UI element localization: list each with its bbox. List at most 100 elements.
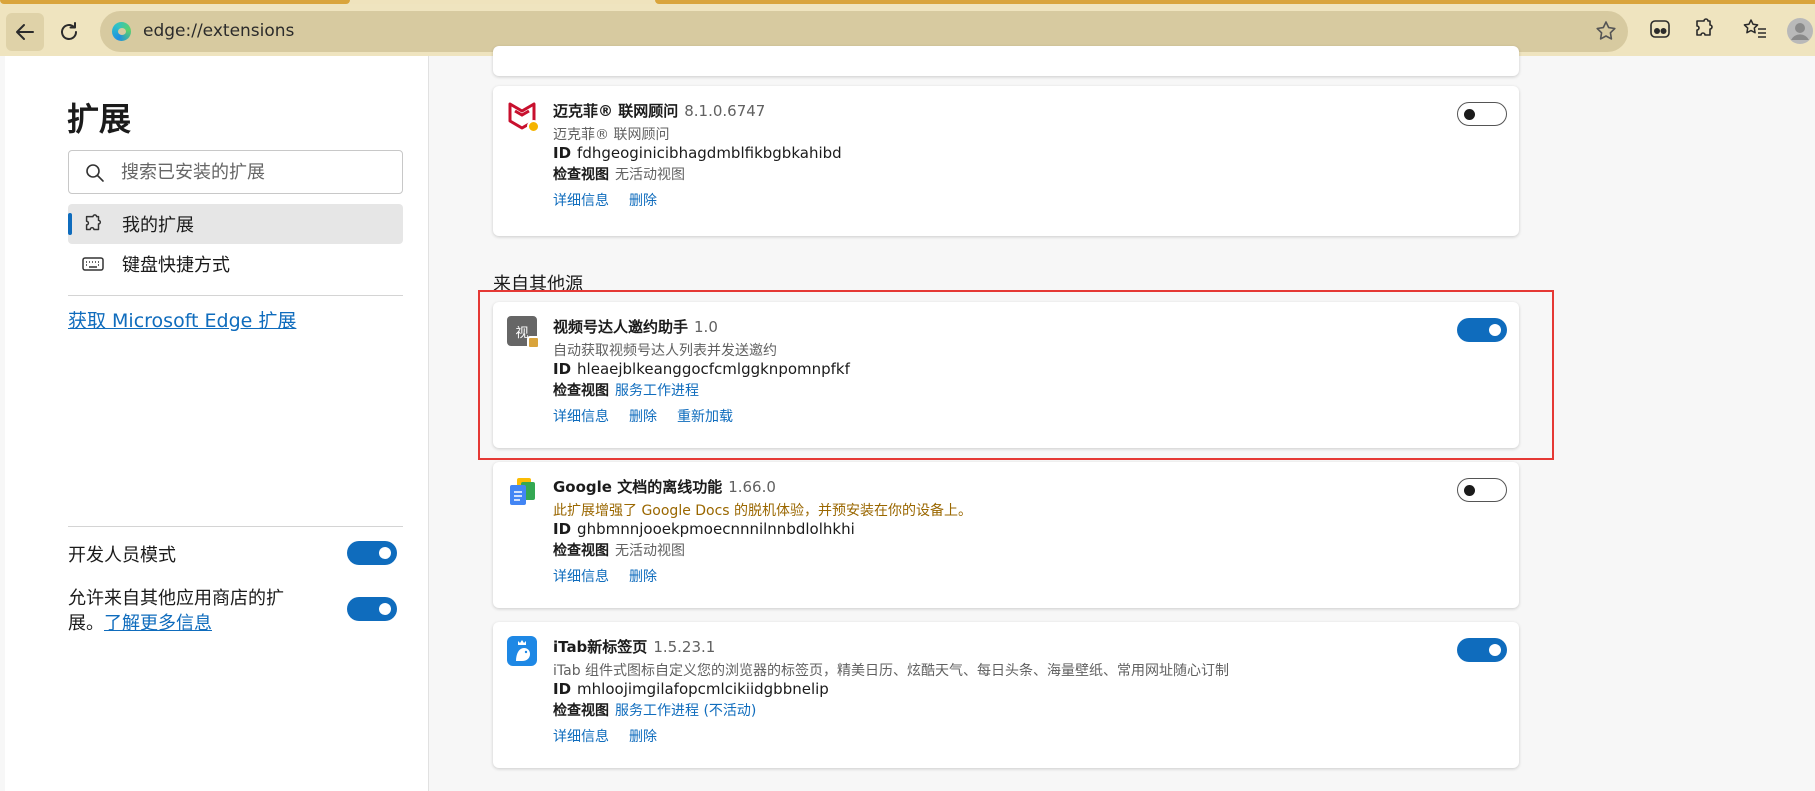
sidebar: 扩展 我的扩展 键盘快捷方式 获取 Microsoft Edge 扩展 开发人员… (5, 56, 429, 791)
search-input[interactable] (121, 160, 391, 184)
extension-id: ID hleaejblkeanggocfcmlggknpomnpfkf (553, 360, 850, 378)
itab-bird-icon (507, 636, 537, 666)
inspect-label: 检查视图 (553, 703, 609, 719)
details-link[interactable]: 详细信息 (553, 726, 609, 746)
get-edge-extensions-link[interactable]: 获取 Microsoft Edge 扩展 (68, 306, 296, 333)
inspect-label: 检查视图 (553, 167, 609, 183)
remove-link[interactable]: 删除 (629, 406, 657, 426)
extension-description: 迈克菲® 联网顾问 (553, 127, 670, 143)
toggle-knob (379, 603, 391, 615)
extension-name-text: iTab新标签页 (553, 638, 648, 656)
toggle-knob (1464, 484, 1475, 496)
inspect-label: 检查视图 (553, 383, 609, 399)
developer-mode-label: 开发人员模式 (68, 545, 176, 566)
toggle-knob (1464, 108, 1475, 120)
puzzle-icon (82, 213, 108, 235)
back-arrow-icon (16, 24, 34, 40)
keyboard-icon (82, 255, 108, 273)
divider (68, 295, 403, 296)
allow-other-stores-label: 允许来自其他应用商店的扩展。了解更多信息 (68, 586, 298, 636)
back-button[interactable] (6, 13, 44, 51)
service-worker-link[interactable]: 服务工作进程 (不活动) (615, 703, 756, 719)
extension-card-partial (493, 46, 1519, 76)
developer-mode-toggle[interactable] (347, 541, 397, 565)
mcafee-shield-icon (507, 100, 540, 133)
inspect-label: 检查视图 (553, 543, 609, 559)
refresh-icon (61, 22, 77, 40)
reload-link[interactable]: 重新加载 (677, 406, 733, 426)
details-link[interactable]: 详细信息 (553, 566, 609, 586)
extension-id: ID ghbmnnjooekpmoecnnnilnnbdlolhkhi (553, 520, 855, 538)
warning-badge-icon (527, 120, 540, 133)
service-worker-link[interactable]: 服务工作进程 (615, 383, 699, 399)
inspect-value: 无活动视图 (615, 543, 685, 559)
inspect-views: 检查视图 服务工作进程 (553, 380, 699, 400)
extension-actions: 详细信息 删除 (553, 190, 657, 210)
nav-my-extensions[interactable]: 我的扩展 (68, 204, 403, 244)
id-label: ID (553, 520, 572, 538)
extension-id: ID mhloojimgilafopcmlcikiidgbbnelip (553, 680, 829, 698)
allow-other-stores-toggle[interactable] (347, 597, 397, 621)
id-value: hleaejblkeanggocfcmlggknpomnpfkf (577, 360, 850, 378)
extension-actions: 详细信息 删除 (553, 726, 657, 746)
extension-description: 自动获取视频号达人列表并发送邀约 (553, 343, 777, 359)
extension-version: 1.66.0 (728, 478, 776, 496)
favorites-list-icon[interactable] (1742, 17, 1768, 45)
section-title-other-sources: 来自其他源 (493, 274, 583, 295)
profile-collections-icon[interactable] (1648, 17, 1672, 45)
extension-name-text: 视频号达人邀约助手 (553, 318, 689, 336)
search-box[interactable] (68, 150, 403, 194)
extension-name: Google 文档的离线功能 1.66.0 (553, 476, 776, 497)
id-value: ghbmnnjooekpmoecnnnilnnbdlolhkhi (577, 520, 855, 538)
profile-avatar-icon[interactable] (1786, 17, 1814, 49)
extension-enable-toggle[interactable] (1457, 478, 1507, 502)
warning-badge-icon (527, 336, 540, 349)
extensions-puzzle-icon[interactable] (1692, 17, 1716, 45)
inspect-views: 检查视图 服务工作进程 (不活动) (553, 700, 756, 720)
extension-card: 迈克菲® 联网顾问 8.1.0.6747 迈克菲® 联网顾问 ID fdhgeogi… (493, 86, 1519, 236)
extension-description: iTab 组件式图标自定义您的浏览器的标签页，精美日历、炫酷天气、每日头条、海量… (553, 663, 1230, 679)
details-link[interactable]: 详细信息 (553, 406, 609, 426)
remove-link[interactable]: 删除 (629, 566, 657, 586)
inspect-views: 检查视图 无活动视图 (553, 164, 685, 184)
extension-actions: 详细信息 删除 重新加载 (553, 406, 733, 426)
edge-logo-icon (112, 22, 131, 41)
extension-name-text: 迈克菲® 联网顾问 (553, 102, 679, 120)
extension-version: 1.0 (694, 318, 718, 336)
id-value: fdhgeoginicibhagdmblfikbgbkahibd (577, 144, 842, 162)
extension-card: Google 文档的离线功能 1.66.0 此扩展增强了 Google Docs … (493, 462, 1519, 608)
id-label: ID (553, 144, 572, 162)
remove-link[interactable]: 删除 (629, 726, 657, 746)
learn-more-link[interactable]: 了解更多信息 (104, 613, 212, 634)
extension-name: 迈克菲® 联网顾问 8.1.0.6747 (553, 100, 765, 121)
search-icon (85, 163, 105, 187)
nav-keyboard-shortcuts[interactable]: 键盘快捷方式 (68, 244, 403, 284)
extension-enable-toggle[interactable] (1457, 102, 1507, 126)
page-title: 扩展 (67, 100, 132, 138)
inspect-views: 检查视图 无活动视图 (553, 540, 685, 560)
toggle-knob (379, 547, 391, 559)
address-url[interactable]: edge://extensions (143, 21, 294, 41)
toggle-knob (1489, 644, 1501, 656)
details-link[interactable]: 详细信息 (553, 190, 609, 210)
favorite-star-icon[interactable] (1594, 19, 1618, 47)
extension-name-text: Google 文档的离线功能 (553, 478, 723, 496)
extension-name: 视频号达人邀约助手 1.0 (553, 316, 718, 337)
refresh-button[interactable] (50, 13, 88, 51)
inspect-value: 无活动视图 (615, 167, 685, 183)
extension-description: 此扩展增强了 Google Docs 的脱机体验，并预安装在你的设备上。 (553, 503, 973, 519)
extension-version: 1.5.23.1 (653, 638, 716, 656)
nav-label: 键盘快捷方式 (122, 255, 230, 276)
nav-label: 我的扩展 (122, 215, 194, 236)
remove-link[interactable]: 删除 (629, 190, 657, 210)
extension-letter-icon: 视 (507, 316, 540, 349)
extension-enable-toggle[interactable] (1457, 638, 1507, 662)
id-label: ID (553, 360, 572, 378)
extension-version: 8.1.0.6747 (684, 102, 766, 120)
extension-id: ID fdhgeoginicibhagdmblfikbgbkahibd (553, 144, 842, 162)
id-label: ID (553, 680, 572, 698)
google-docs-icon (507, 476, 537, 506)
extension-card: 视 视频号达人邀约助手 1.0 自动获取视频号达人列表并发送邀约 ID hleaej… (493, 302, 1519, 448)
extension-actions: 详细信息 删除 (553, 566, 657, 586)
extension-enable-toggle[interactable] (1457, 318, 1507, 342)
